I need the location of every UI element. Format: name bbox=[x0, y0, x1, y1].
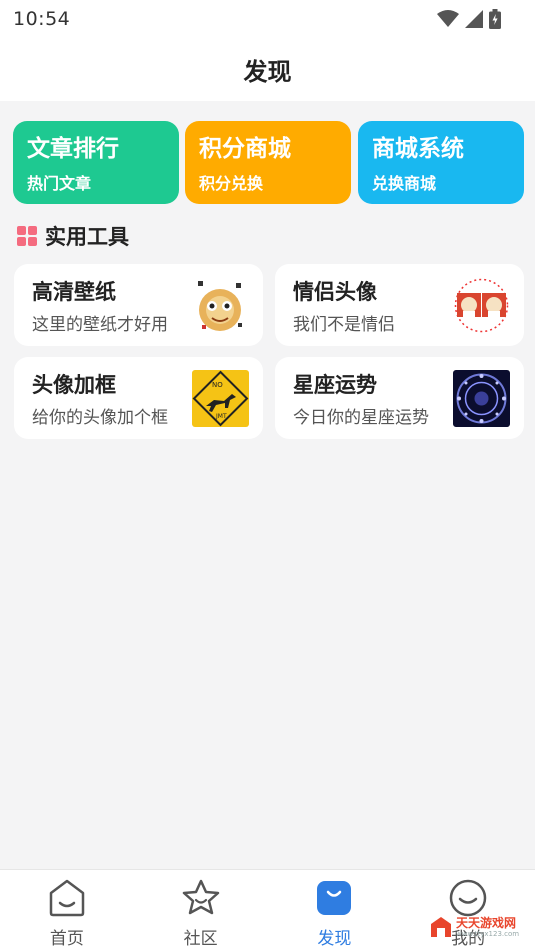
quick-card-subtitle: 积分兑换 bbox=[199, 174, 264, 193]
nav-item-community[interactable]: 社区 bbox=[134, 870, 268, 951]
signal-icon bbox=[465, 10, 483, 28]
nav-item-home[interactable]: 首页 bbox=[0, 870, 134, 951]
tool-card-horoscope[interactable]: 星座运势 今日你的星座运势 bbox=[275, 357, 524, 439]
tool-card-wallpaper[interactable]: 高清壁纸 这里的壁纸才好用 bbox=[14, 264, 263, 346]
tool-card-avatar-frame[interactable]: 头像加框 给你的头像加个框 NO JMT bbox=[14, 357, 263, 439]
quick-card-points-mall[interactable]: 积分商城 积分兑换 bbox=[185, 121, 351, 204]
watermark-text: 天天游戏网 bbox=[456, 915, 517, 930]
page-title: 发现 bbox=[243, 58, 292, 86]
quick-card-subtitle: 兑换商城 bbox=[372, 174, 437, 193]
quick-cards: 文章排行 热门文章 积分商城 积分兑换 商城系统 兑换商城 bbox=[13, 121, 524, 204]
nav-label: 社区 bbox=[183, 929, 218, 949]
star-icon bbox=[182, 879, 219, 915]
svg-text:JMT: JMT bbox=[215, 413, 227, 420]
wallpaper-thumb bbox=[192, 277, 249, 334]
quick-card-title: 文章排行 bbox=[27, 136, 119, 162]
watermark-sub: www.ttyx123.com bbox=[456, 929, 520, 938]
status-time: 10:54 bbox=[13, 8, 71, 30]
watermark: 天天游戏网 www.ttyx123.com bbox=[430, 910, 530, 944]
section-title: 实用工具 bbox=[45, 225, 129, 249]
quick-card-mall-system[interactable]: 商城系统 兑换商城 bbox=[358, 121, 524, 204]
nav-label: 首页 bbox=[49, 929, 84, 949]
avatar-frame-thumb: NO JMT bbox=[192, 370, 249, 427]
grid-icon bbox=[17, 226, 37, 246]
quick-card-subtitle: 热门文章 bbox=[27, 174, 92, 193]
watermark-logo bbox=[431, 917, 451, 937]
quick-card-title: 积分商城 bbox=[199, 136, 291, 162]
section-header: 实用工具 bbox=[17, 222, 129, 250]
nav-item-discover[interactable]: 发现 bbox=[268, 870, 402, 951]
quick-card-article-ranking[interactable]: 文章排行 热门文章 bbox=[13, 121, 179, 204]
nav-label: 发现 bbox=[317, 929, 352, 949]
wifi-icon bbox=[437, 10, 459, 27]
svg-text:NO: NO bbox=[212, 381, 223, 389]
couple-avatar-thumb bbox=[453, 277, 510, 334]
quick-card-title: 商城系统 bbox=[372, 136, 464, 162]
tool-card-couple-avatar[interactable]: 情侣头像 我们不是情侣 bbox=[275, 264, 524, 346]
status-icons bbox=[437, 9, 501, 29]
home-icon bbox=[49, 879, 85, 917]
horoscope-thumb bbox=[453, 370, 510, 427]
header: 发现 bbox=[0, 38, 535, 101]
battery-icon bbox=[489, 9, 501, 29]
discover-icon bbox=[317, 881, 352, 915]
status-bar: 10:54 bbox=[0, 0, 535, 38]
